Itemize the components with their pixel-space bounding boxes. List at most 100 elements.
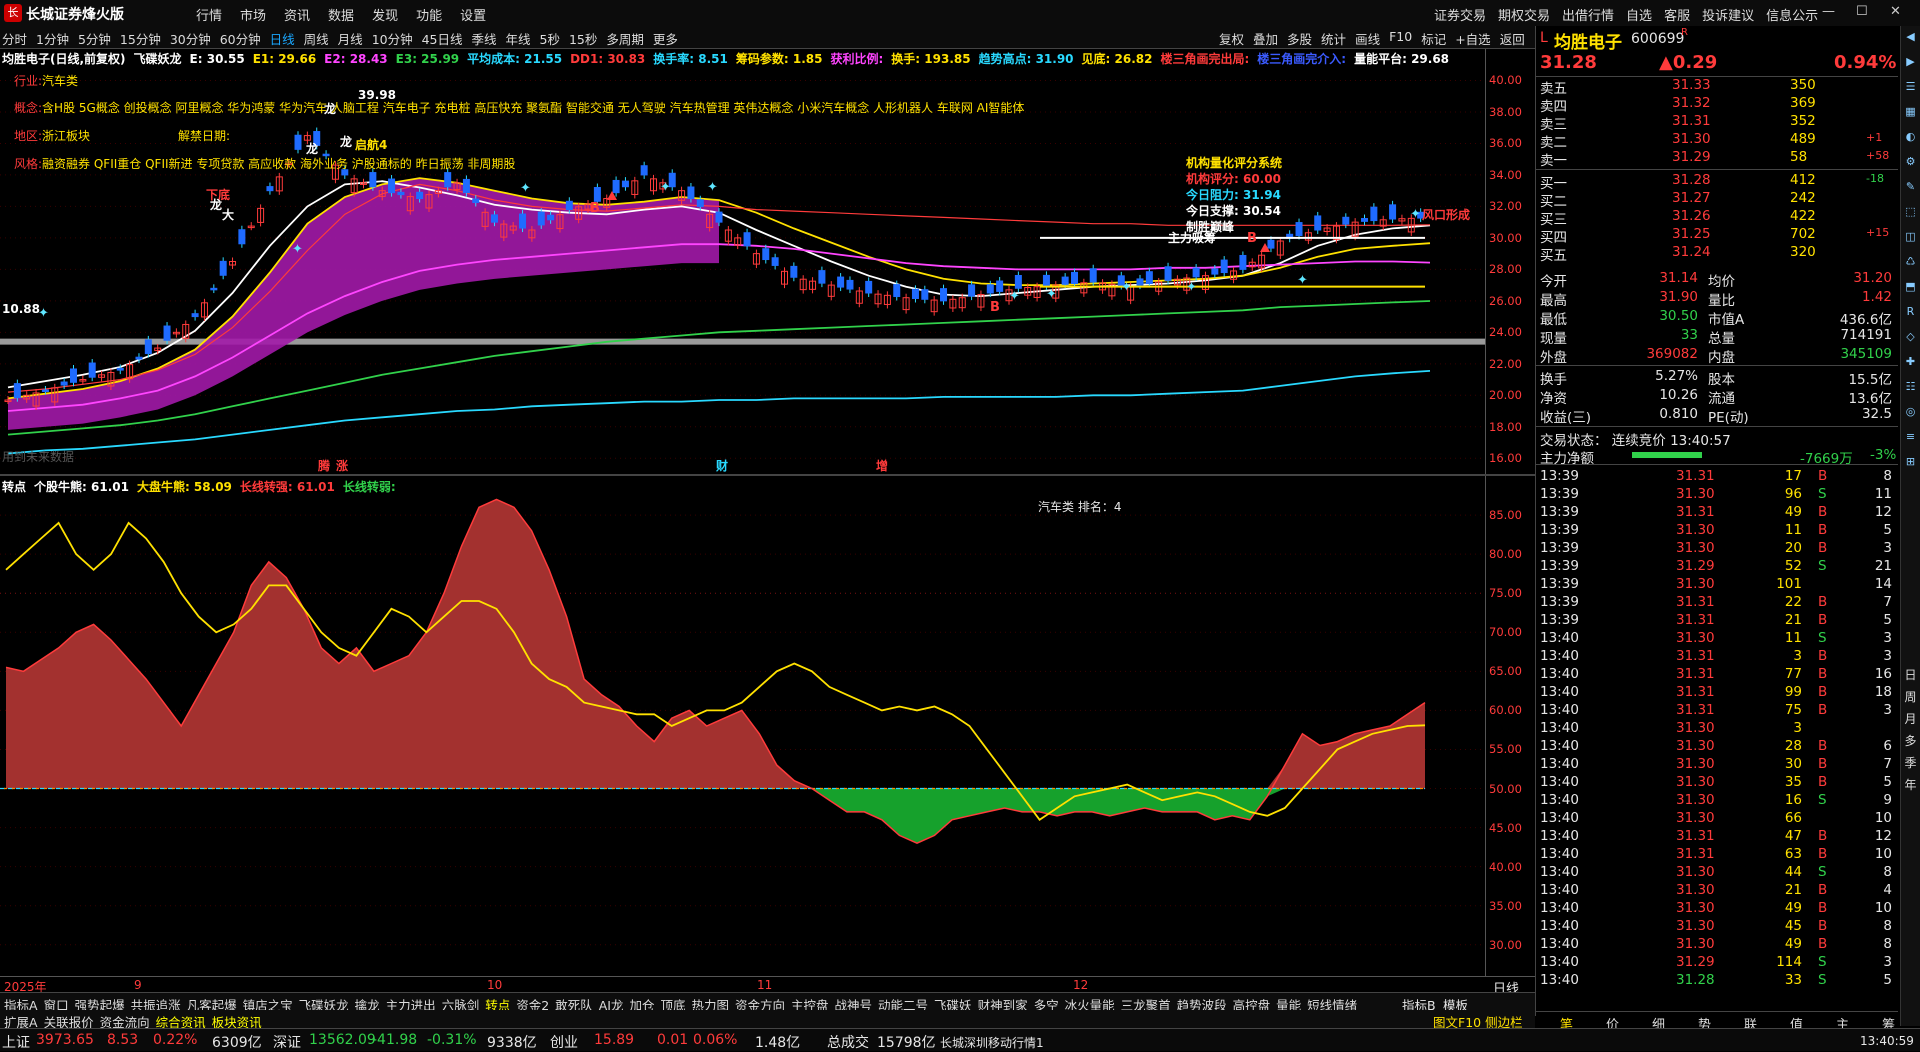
sidebar-tool-icon[interactable]: ⬒: [1903, 280, 1918, 295]
ask-row[interactable]: 卖三 31.31 352: [1536, 113, 1898, 133]
candle: [696, 199, 704, 207]
sidebar-tool-icon[interactable]: ◀: [1903, 30, 1918, 45]
candle: [1267, 239, 1275, 249]
close-icon[interactable]: ✕: [1890, 4, 1901, 19]
menu-item-board[interactable]: 市场: [240, 5, 266, 24]
sidebar-tool-icon[interactable]: ♺: [1903, 255, 1918, 270]
menu-item-data[interactable]: 数据: [328, 5, 354, 24]
candle: [818, 270, 826, 284]
multi-stock-button[interactable]: 多股: [1287, 29, 1312, 48]
maximize-icon[interactable]: ☐: [1856, 4, 1868, 19]
f10-button[interactable]: F10: [1389, 29, 1412, 48]
period-tab-14[interactable]: 15秒: [569, 29, 597, 48]
period-tab-15[interactable]: 多周期: [606, 29, 644, 48]
menu-item-watchlist[interactable]: 自选: [1626, 5, 1652, 24]
minimize-icon[interactable]: —: [1822, 4, 1835, 19]
menu-item-news[interactable]: 资讯: [284, 5, 310, 24]
candle: [1295, 222, 1303, 237]
menu-item-lend[interactable]: 出借行情: [1562, 5, 1614, 24]
period-tab-2[interactable]: 5分钟: [78, 29, 111, 48]
candle: [210, 287, 218, 291]
tick-count: 8: [1883, 864, 1892, 880]
candle: [1014, 274, 1022, 289]
adjust-button[interactable]: 复权: [1219, 29, 1244, 48]
sidebar-tool-icon[interactable]: ◇: [1903, 330, 1918, 345]
level-price: 31.29: [1672, 149, 1711, 165]
menu-item-settings[interactable]: 设置: [460, 5, 486, 24]
score-row: 今日支撑: 30.54: [1186, 204, 1281, 218]
period-tab-0[interactable]: 分时: [2, 29, 27, 48]
period-tab-6[interactable]: 日线: [270, 29, 295, 48]
bid-row[interactable]: 买一 31.28 412 -18: [1536, 172, 1898, 192]
sidebar-period-2[interactable]: 月: [1903, 710, 1918, 726]
menu-item-trade[interactable]: 证券交易: [1434, 5, 1486, 24]
sidebar-period-3[interactable]: 多: [1903, 732, 1918, 748]
period-tab-7[interactable]: 周线: [304, 29, 329, 48]
indicator-value: 平均成本: 21.55: [467, 52, 563, 66]
menu-item-complaint[interactable]: 投诉建议: [1702, 5, 1754, 24]
ask-row[interactable]: 卖四 31.32 369: [1536, 95, 1898, 115]
sidebar-tool-icon[interactable]: ◐: [1903, 130, 1918, 145]
sidebar-tool-icon[interactable]: ⚙: [1903, 155, 1918, 170]
sidebar-period-0[interactable]: 日: [1903, 666, 1918, 682]
period-tab-16[interactable]: 更多: [653, 29, 678, 48]
sidebar-tool-icon[interactable]: ◫: [1903, 230, 1918, 245]
sidebar-tool-icon[interactable]: ✎: [1903, 180, 1918, 195]
overlay-button[interactable]: 叠加: [1253, 29, 1278, 48]
candle: [743, 232, 751, 247]
sidebar-tool-icon[interactable]: ☷: [1903, 380, 1918, 395]
menu-item-disclosure[interactable]: 信息公示: [1766, 5, 1818, 24]
mark-button[interactable]: 标记: [1421, 29, 1446, 48]
sidebar-tool-icon[interactable]: ⬚: [1903, 205, 1918, 220]
period-tab-1[interactable]: 1分钟: [36, 29, 69, 48]
bid-row[interactable]: 买四 31.25 702 +15: [1536, 226, 1898, 246]
candle: [621, 180, 629, 188]
period-tab-8[interactable]: 月线: [338, 29, 363, 48]
tick-time: 13:40: [1540, 774, 1579, 790]
sidebar-tool-icon[interactable]: ◎: [1903, 405, 1918, 420]
tick-list[interactable]: 13:39 31.31 17 B 8 13:39 31.30 96 S 11 13:39 31.31 4…: [1536, 468, 1898, 1006]
period-tab-5[interactable]: 60分钟: [220, 29, 261, 48]
tick-price: 31.30: [1676, 774, 1715, 790]
sidebar-period-4[interactable]: 季: [1903, 754, 1918, 770]
menu-item-service[interactable]: 客服: [1664, 5, 1690, 24]
sidebar-tool-icon[interactable]: ≡: [1903, 430, 1918, 445]
level-price: 31.30: [1672, 131, 1711, 147]
menu-item-function[interactable]: 功能: [416, 5, 442, 24]
menu-item-market[interactable]: 行情: [196, 5, 222, 24]
sidebar-period-5[interactable]: 年: [1903, 776, 1918, 792]
ask-row[interactable]: 卖二 31.30 489 +1: [1536, 131, 1898, 151]
event-mark: 增: [876, 458, 888, 473]
sidebar-tool-icon[interactable]: ▦: [1903, 105, 1918, 120]
period-tab-3[interactable]: 15分钟: [120, 29, 161, 48]
bid-row[interactable]: 买五 31.24 320: [1536, 244, 1898, 264]
period-tab-13[interactable]: 5秒: [540, 29, 560, 48]
add-watchlist-button[interactable]: +自选: [1455, 29, 1490, 48]
draw-line-button[interactable]: 画线: [1355, 29, 1380, 48]
ask-row[interactable]: 卖一 31.29 58 +58: [1536, 149, 1898, 169]
bid-row[interactable]: 买三 31.26 422: [1536, 208, 1898, 228]
sidebar-tool-icon[interactable]: R: [1903, 305, 1918, 320]
period-tab-11[interactable]: 季线: [472, 29, 497, 48]
statistics-button[interactable]: 统计: [1321, 29, 1346, 48]
period-tab-4[interactable]: 30分钟: [170, 29, 211, 48]
candle: [1164, 266, 1172, 281]
period-tab-10[interactable]: 45日线: [422, 29, 463, 48]
bid-row[interactable]: 买二 31.27 242: [1536, 190, 1898, 210]
period-tab-9[interactable]: 10分钟: [372, 29, 413, 48]
turning-point-chart[interactable]: [0, 476, 1485, 976]
indicator-value: 均胜电子(日线,前复权): [2, 52, 126, 66]
tick-time: 13:40: [1540, 792, 1579, 808]
menu-item-option-trade[interactable]: 期权交易: [1498, 5, 1550, 24]
level-price: 31.32: [1672, 95, 1711, 111]
sidebar-tool-icon[interactable]: ⊞: [1903, 455, 1918, 470]
sidebar-tool-icon[interactable]: ✚: [1903, 355, 1918, 370]
stat-value: 345109: [1840, 346, 1892, 362]
back-button[interactable]: 返回: [1500, 29, 1525, 48]
ask-row[interactable]: 卖五 31.33 350: [1536, 77, 1898, 97]
sidebar-tool-icon[interactable]: ☰: [1903, 80, 1918, 95]
sidebar-period-1[interactable]: 周: [1903, 688, 1918, 704]
menu-item-discover[interactable]: 发现: [372, 5, 398, 24]
sidebar-tool-icon[interactable]: ▶: [1903, 55, 1918, 70]
period-tab-12[interactable]: 年线: [506, 29, 531, 48]
